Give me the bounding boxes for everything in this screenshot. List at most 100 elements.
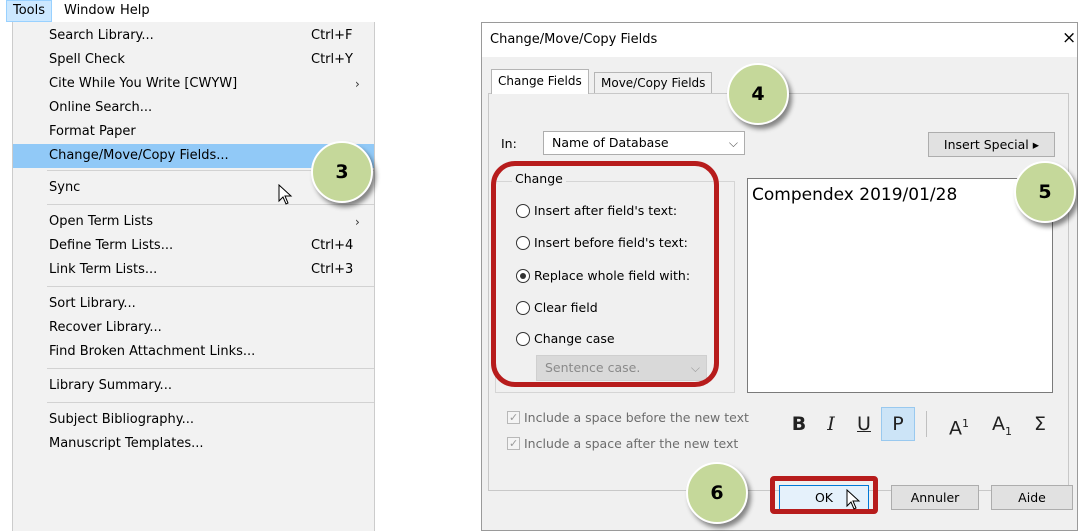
- radio-change-case[interactable]: Change case: [516, 329, 716, 349]
- replacement-text-area[interactable]: Compendex 2019/01/28: [747, 178, 1053, 393]
- replacement-text: Compendex 2019/01/28: [752, 185, 958, 205]
- checkbox-label: Include a space before the new text: [524, 410, 749, 425]
- toolbar-separator: [926, 411, 927, 437]
- menu-item-open-term-lists[interactable]: Open Term Lists ›: [13, 210, 374, 234]
- radio-insert-after[interactable]: Insert after field's text:: [516, 201, 716, 221]
- case-select[interactable]: Sentence case. ⌵: [536, 355, 707, 381]
- superscript-mark: 1: [962, 417, 969, 430]
- radio-button-checked[interactable]: [516, 269, 530, 283]
- in-field-value: Name of Database: [552, 135, 669, 150]
- menu-item-sort-library[interactable]: Sort Library...: [13, 292, 374, 316]
- menu-item-define-term-lists[interactable]: Define Term Lists... Ctrl+4: [13, 234, 374, 258]
- radio-replace-whole-field[interactable]: Replace whole field with:: [516, 266, 716, 286]
- menu-bar: Tools Window Help: [0, 0, 380, 22]
- menu-tools[interactable]: Tools: [6, 0, 53, 22]
- close-icon[interactable]: ×: [1062, 28, 1076, 48]
- menu-item-online-search[interactable]: Online Search...: [13, 96, 374, 120]
- bold-button[interactable]: B: [782, 407, 816, 441]
- radio-label: Insert after field's text:: [534, 203, 678, 218]
- radio-button[interactable]: [516, 301, 530, 315]
- checkbox[interactable]: [507, 435, 520, 453]
- menu-item-shortcut: Ctrl+4: [311, 238, 354, 253]
- chevron-down-icon: ⌵: [728, 136, 738, 150]
- radio-label: Change case: [534, 331, 615, 346]
- menu-item-label: Online Search...: [49, 100, 153, 115]
- menu-item-recover-library[interactable]: Recover Library...: [13, 316, 374, 340]
- menu-item-shortcut: Ctrl+Y: [311, 52, 353, 67]
- include-space-after-checkbox[interactable]: Include a space after the new text: [507, 435, 767, 453]
- menu-separator: [47, 286, 374, 287]
- symbol-button[interactable]: Σ: [1025, 407, 1055, 441]
- subscript-button[interactable]: A1: [982, 407, 1022, 441]
- menu-separator: [47, 204, 374, 205]
- menu-item-label: Cite While You Write [CWYW]: [49, 76, 238, 91]
- radio-label: Insert before field's text:: [534, 235, 688, 250]
- tools-dropdown-menu: Search Library... Ctrl+F Spell Check Ctr…: [12, 22, 375, 531]
- menu-item-label: Sync: [49, 180, 81, 195]
- tab-move-copy-fields[interactable]: Move/Copy Fields: [594, 72, 713, 94]
- menu-item-find-broken-attachment-links[interactable]: Find Broken Attachment Links...: [13, 340, 374, 364]
- menu-item-format-paper[interactable]: Format Paper: [13, 120, 374, 144]
- menu-arrow-icon: ▸: [1032, 137, 1040, 152]
- change-group-label: Change: [512, 171, 566, 186]
- radio-label: Clear field: [534, 300, 598, 315]
- menu-help[interactable]: Help: [114, 0, 156, 22]
- radio-button[interactable]: [516, 332, 530, 346]
- subscript-letter: A: [992, 413, 1005, 435]
- menu-item-cite-while-you-write[interactable]: Cite While You Write [CWYW] ›: [13, 72, 374, 96]
- menu-item-label: Recover Library...: [49, 320, 162, 335]
- menu-item-label: Spell Check: [49, 52, 125, 67]
- dialog-title: Change/Move/Copy Fields: [490, 32, 658, 47]
- radio-clear-field[interactable]: Clear field: [516, 298, 716, 318]
- submenu-arrow-icon: ›: [355, 215, 360, 229]
- underline-button[interactable]: U: [847, 407, 881, 441]
- radio-insert-before[interactable]: Insert before field's text:: [516, 233, 716, 253]
- superscript-button[interactable]: A1: [939, 407, 979, 441]
- menu-separator: [47, 402, 374, 403]
- menu-window[interactable]: Window: [58, 0, 121, 22]
- checkbox[interactable]: [507, 409, 520, 427]
- include-space-before-checkbox[interactable]: Include a space before the new text: [507, 409, 767, 427]
- plain-button[interactable]: P: [881, 407, 915, 441]
- case-select-value: Sentence case.: [545, 360, 641, 375]
- superscript-letter: A: [949, 417, 962, 440]
- in-field-select[interactable]: Name of Database ⌵: [543, 131, 745, 155]
- menu-item-search-library[interactable]: Search Library... Ctrl+F: [13, 24, 374, 48]
- menu-item-shortcut: Ctrl+3: [311, 262, 354, 277]
- radio-button[interactable]: [516, 204, 530, 218]
- radio-label: Replace whole field with:: [534, 268, 691, 283]
- menu-item-label: Subject Bibliography...: [49, 412, 194, 427]
- menu-item-label: Library Summary...: [49, 378, 172, 393]
- in-label: In:: [501, 136, 517, 151]
- step-4-badge: 4: [727, 63, 789, 125]
- dialog-titlebar: Change/Move/Copy Fields ×: [482, 23, 1077, 57]
- help-button[interactable]: Aide: [991, 485, 1073, 510]
- insert-special-button[interactable]: Insert Special ▸: [928, 132, 1055, 157]
- menu-item-label: Change/Move/Copy Fields...: [49, 148, 229, 163]
- menu-item-manuscript-templates[interactable]: Manuscript Templates...: [13, 432, 374, 456]
- menu-item-subject-bibliography[interactable]: Subject Bibliography...: [13, 408, 374, 432]
- insert-special-label: Insert Special: [943, 137, 1029, 152]
- step-5-badge: 5: [1014, 161, 1076, 223]
- menu-item-label: Find Broken Attachment Links...: [49, 344, 256, 359]
- menu-item-spell-check[interactable]: Spell Check Ctrl+Y: [13, 48, 374, 72]
- ok-button[interactable]: OK: [779, 485, 869, 510]
- menu-item-link-term-lists[interactable]: Link Term Lists... Ctrl+3: [13, 258, 374, 282]
- menu-item-shortcut: Ctrl+F: [311, 28, 353, 43]
- menu-separator: [47, 368, 374, 369]
- radio-button[interactable]: [516, 236, 530, 250]
- step-6-badge: 6: [686, 462, 748, 524]
- menu-item-label: Sort Library...: [49, 296, 136, 311]
- menu-item-label: Manuscript Templates...: [49, 436, 204, 451]
- menu-item-label: Format Paper: [49, 124, 136, 139]
- menu-item-library-summary[interactable]: Library Summary...: [13, 374, 374, 398]
- menu-item-label: Link Term Lists...: [49, 262, 158, 277]
- menu-item-label: Open Term Lists: [49, 214, 153, 229]
- italic-button[interactable]: I: [814, 407, 848, 441]
- tab-change-fields[interactable]: Change Fields: [491, 69, 589, 94]
- chevron-down-icon: ⌵: [690, 361, 700, 375]
- cancel-button[interactable]: Annuler: [891, 485, 979, 510]
- menu-item-label: Search Library...: [49, 28, 154, 43]
- menu-item-label: Define Term Lists...: [49, 238, 174, 253]
- checkbox-label: Include a space after the new text: [524, 436, 739, 451]
